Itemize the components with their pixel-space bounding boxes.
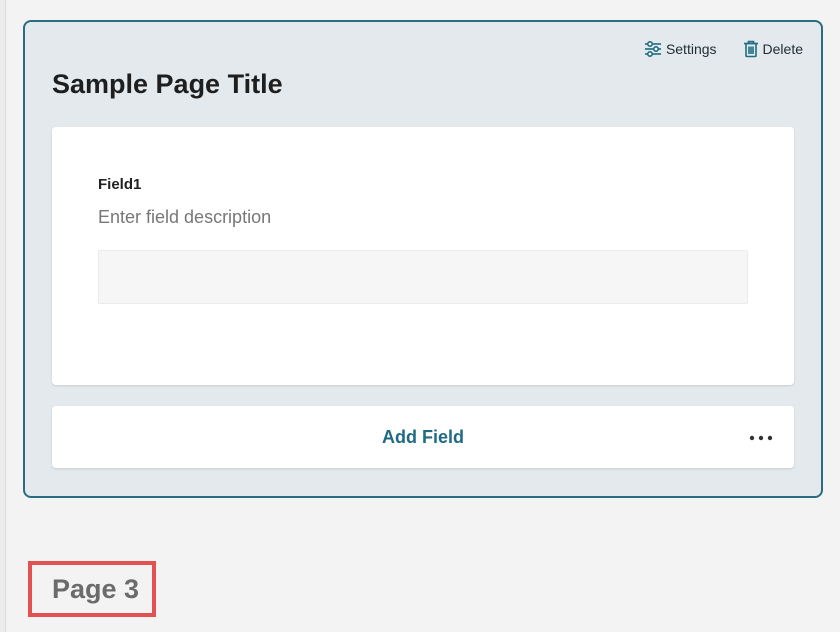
page-toolbar: Settings Delete <box>644 40 803 58</box>
field-card[interactable]: Field1 Enter field description <box>52 127 794 385</box>
page-card[interactable]: Settings Delete Sample Page Title Field1… <box>23 20 823 498</box>
trash-icon <box>743 40 759 58</box>
field-input[interactable] <box>98 250 748 304</box>
field-description[interactable]: Enter field description <box>98 207 271 228</box>
settings-label: Settings <box>665 41 717 57</box>
page-number-label[interactable]: Page 3 <box>52 574 139 605</box>
left-panel-edge <box>0 0 6 632</box>
field-label[interactable]: Field1 <box>98 176 141 193</box>
settings-button[interactable]: Settings <box>644 40 717 58</box>
delete-label: Delete <box>762 41 803 57</box>
settings-sliders-icon <box>644 40 662 58</box>
add-field-bar: Add Field <box>52 406 794 468</box>
more-options-button[interactable] <box>748 428 774 446</box>
delete-button[interactable]: Delete <box>743 40 803 58</box>
page-title[interactable]: Sample Page Title <box>52 69 283 100</box>
more-horizontal-icon <box>749 428 773 446</box>
add-field-button[interactable]: Add Field <box>52 406 794 468</box>
page-label-highlight: Page 3 <box>28 561 156 617</box>
